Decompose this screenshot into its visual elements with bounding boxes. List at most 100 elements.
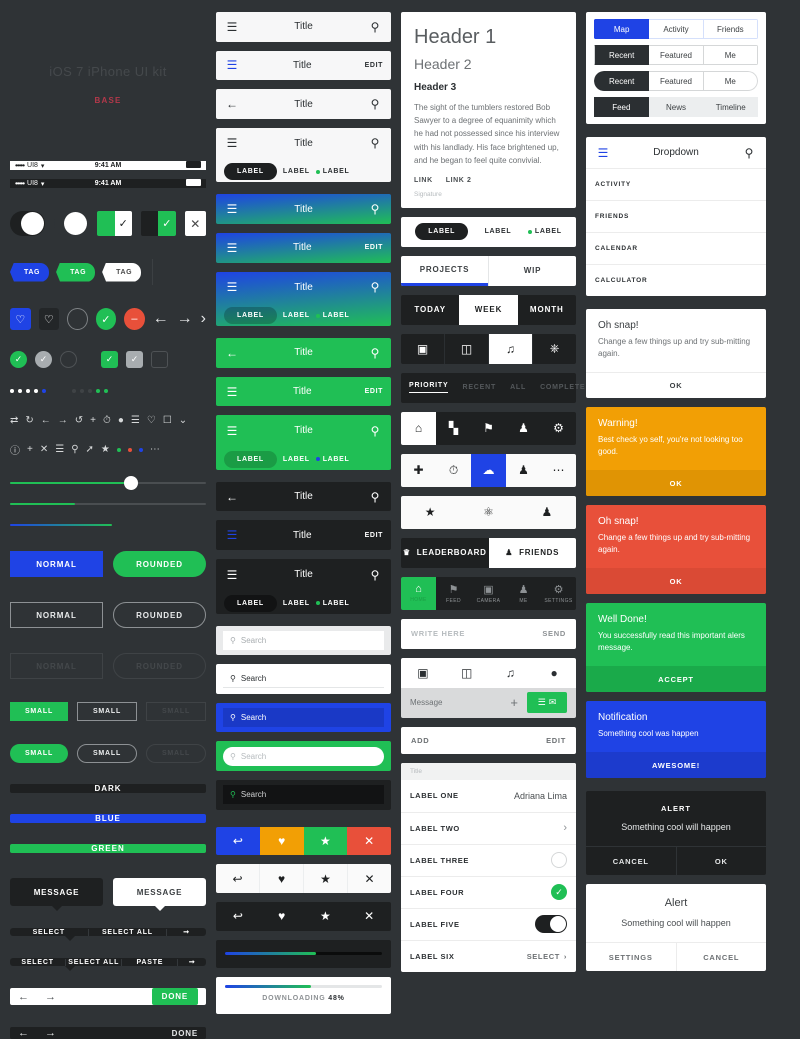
tab-projects[interactable]: PROJECTS <box>401 256 488 286</box>
heart-icon[interactable]: ♡ <box>147 415 156 426</box>
arrow-right-icon[interactable]: → <box>177 310 193 328</box>
table-row[interactable]: LABEL FIVE <box>401 907 576 940</box>
tab-recent[interactable]: Recent <box>594 71 650 91</box>
menu-icon[interactable]: ☰ <box>224 280 240 294</box>
checkmark-icon[interactable]: ✓ <box>551 884 567 901</box>
star-button[interactable]: ★ <box>304 902 348 931</box>
menu-badge-icon[interactable]: ☰ <box>224 385 240 399</box>
friends-tab[interactable]: ♟ FRIENDS <box>488 537 576 568</box>
cancel-button[interactable]: CANCEL <box>677 943 767 971</box>
clock-icon[interactable]: ⏱ <box>103 415 111 426</box>
search-icon[interactable]: ⚲ <box>367 136 383 150</box>
search-input[interactable]: Search <box>241 674 266 683</box>
tab-complete[interactable]: COMPLETE <box>540 384 585 391</box>
menu-icon[interactable]: ☰ <box>224 20 240 34</box>
label-tab-active[interactable]: LABEL <box>415 223 469 241</box>
search-icon[interactable]: ⚲ <box>71 444 78 455</box>
edit-button[interactable]: EDIT <box>365 244 383 251</box>
search-icon[interactable]: ⚲ <box>367 346 383 360</box>
link-1[interactable]: LINK <box>414 177 433 184</box>
info-icon[interactable]: ⓘ <box>10 442 20 457</box>
photo-button[interactable]: ▣ <box>401 658 445 688</box>
link-2[interactable]: LINK 2 <box>446 177 472 184</box>
search-icon[interactable]: ⚲ <box>367 20 383 34</box>
tab-recent[interactable]: RECENT <box>462 384 496 391</box>
label-tab-active[interactable]: LABEL <box>224 307 277 325</box>
search-icon[interactable]: ⚲ <box>367 424 383 438</box>
cancel-button[interactable]: CANCEL <box>586 847 677 875</box>
tab-recent[interactable]: Recent <box>594 45 650 65</box>
more-tab[interactable]: ⋯ <box>541 454 576 487</box>
video-button[interactable]: ◫ <box>445 658 489 688</box>
favorite-button-dark[interactable]: ♡ <box>38 308 59 330</box>
feed-tab[interactable]: ⚑ FEED <box>436 577 471 610</box>
flag-tab[interactable]: ⚑ <box>471 412 506 445</box>
switch-square-green[interactable]: ✓ <box>140 211 176 236</box>
photo-tab[interactable]: ▣ <box>401 333 445 364</box>
location-button[interactable]: ● <box>532 658 576 688</box>
star-icon[interactable]: ★ <box>101 444 110 455</box>
page-dots-light[interactable] <box>10 389 46 393</box>
arrow-left-icon[interactable]: ← <box>18 991 29 1003</box>
menu-item-calendar[interactable]: CALENDAR <box>586 232 766 264</box>
close-icon[interactable]: ✕ <box>40 444 48 455</box>
tab-feed[interactable]: Feed <box>594 97 649 117</box>
arrow-left-icon[interactable]: ← <box>18 1027 29 1039</box>
small-button-filled-rounded[interactable]: SMALL <box>10 744 68 763</box>
menu-icon[interactable]: ☰ <box>55 444 64 455</box>
label-tab[interactable]: LABEL <box>283 600 310 607</box>
toggle-off[interactable] <box>53 211 89 236</box>
confirm-button[interactable]: ✓ <box>95 308 117 330</box>
message-input[interactable]: Message <box>410 698 510 707</box>
add-button[interactable]: ADD <box>411 736 546 745</box>
tag-green[interactable]: TAG <box>56 262 96 282</box>
like-button[interactable]: ♥ <box>260 902 304 931</box>
select-all-menu-item[interactable]: SELECT ALL <box>66 958 123 966</box>
table-row[interactable]: LABEL ONE Adriana Lima <box>401 780 576 812</box>
search-icon[interactable]: ⚲ <box>367 97 383 111</box>
camera-tab[interactable]: ▣ CAMERA <box>471 577 506 610</box>
tab-month[interactable]: MONTH <box>518 295 576 325</box>
checkbox-unchecked[interactable] <box>151 351 168 368</box>
dark-button[interactable]: DARK <box>10 784 206 793</box>
slider-with-handle[interactable] <box>10 476 206 490</box>
video-tab[interactable]: ◫ <box>445 333 489 364</box>
pin-icon[interactable]: ● <box>118 415 124 426</box>
small-button-filled[interactable]: SMALL <box>10 702 68 721</box>
profile-tab[interactable]: ♟ <box>518 496 576 529</box>
search-icon[interactable]: ⚲ <box>367 568 383 582</box>
menu-item-friends[interactable]: FRIENDS <box>586 200 766 232</box>
music-tab[interactable]: ♫ <box>489 333 533 364</box>
tab-today[interactable]: TODAY <box>401 295 459 325</box>
tab-priority[interactable]: PRIORITY <box>409 382 449 394</box>
search-input[interactable]: Search <box>241 752 266 761</box>
tab-me[interactable]: Me <box>703 71 758 91</box>
select-button[interactable]: SELECT › <box>527 952 567 961</box>
tab-news[interactable]: News <box>648 97 704 117</box>
edit-button[interactable]: EDIT <box>546 736 566 745</box>
arrow-right-icon[interactable]: → <box>45 991 56 1003</box>
star-button[interactable]: ★ <box>303 826 348 856</box>
edit-button[interactable]: EDIT <box>365 62 383 69</box>
alert-awesome-button[interactable]: AWESOME! <box>586 752 766 778</box>
slider-blue[interactable] <box>10 524 206 526</box>
close-button[interactable]: ✕ <box>347 826 391 856</box>
music-button[interactable]: ♫ <box>489 658 533 688</box>
add-attachment-icon[interactable]: + <box>510 695 518 710</box>
search-input[interactable]: Search <box>241 713 266 722</box>
table-row[interactable]: LABEL THREE <box>401 843 576 876</box>
radio-unselected[interactable] <box>551 852 567 869</box>
games-tab[interactable]: ⎈ <box>533 334 576 364</box>
menu-icon[interactable]: ☰ <box>224 568 240 582</box>
settings-tab[interactable]: ⚙ <box>541 412 576 445</box>
alert-ok-button[interactable]: OK <box>586 372 766 398</box>
arrow-left-icon[interactable]: ← <box>41 415 51 426</box>
menu-badge-icon[interactable]: ☰ <box>224 58 240 72</box>
search-icon[interactable]: ⚲ <box>367 280 383 294</box>
toggle-on[interactable] <box>10 211 45 236</box>
normal-button[interactable]: NORMAL <box>10 551 103 577</box>
bookmark-icon[interactable]: ☐ <box>163 415 172 426</box>
alert-accept-button[interactable]: ACCEPT <box>586 666 766 692</box>
edit-button[interactable]: EDIT <box>365 388 383 395</box>
arrow-left-icon[interactable]: ← <box>224 97 240 111</box>
